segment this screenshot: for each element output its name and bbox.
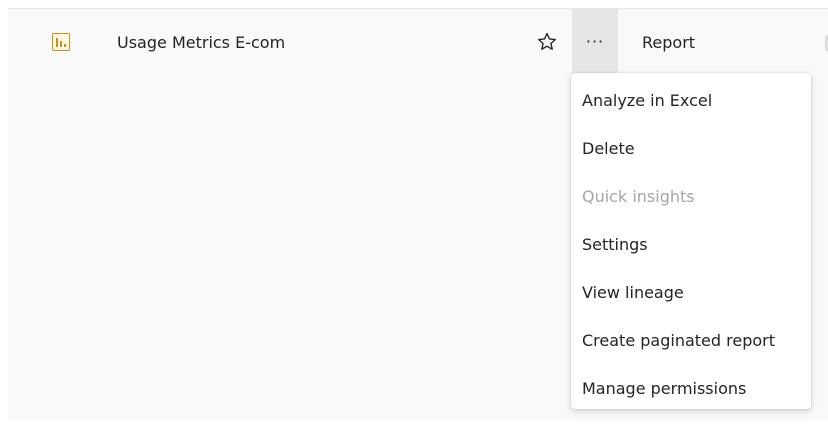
menu-item-settings[interactable]: Settings — [571, 221, 811, 269]
menu-item-delete[interactable]: Delete — [571, 125, 811, 173]
menu-item-analyze-in-excel[interactable]: Analyze in Excel — [571, 77, 811, 125]
item-type: Report — [642, 33, 696, 52]
page: Usage Metrics E-com ··· Report Analyze i… — [0, 0, 828, 428]
list-item[interactable]: Usage Metrics E-com ··· Report — [8, 9, 828, 79]
more-options-icon: ··· — [585, 32, 605, 51]
menu-item-manage-permissions[interactable]: Manage permissions — [571, 365, 811, 413]
item-name[interactable]: Usage Metrics E-com — [117, 33, 285, 53]
context-menu: Analyze in Excel Delete Quick insights S… — [571, 73, 811, 409]
report-bar-chart-icon — [52, 33, 70, 51]
more-options-button[interactable]: ··· — [572, 9, 618, 79]
menu-item-create-paginated-report[interactable]: Create paginated report — [571, 317, 811, 365]
menu-item-view-lineage[interactable]: View lineage — [571, 269, 811, 317]
menu-item-quick-insights: Quick insights — [582, 187, 695, 206]
star-outline-icon[interactable] — [536, 31, 558, 53]
